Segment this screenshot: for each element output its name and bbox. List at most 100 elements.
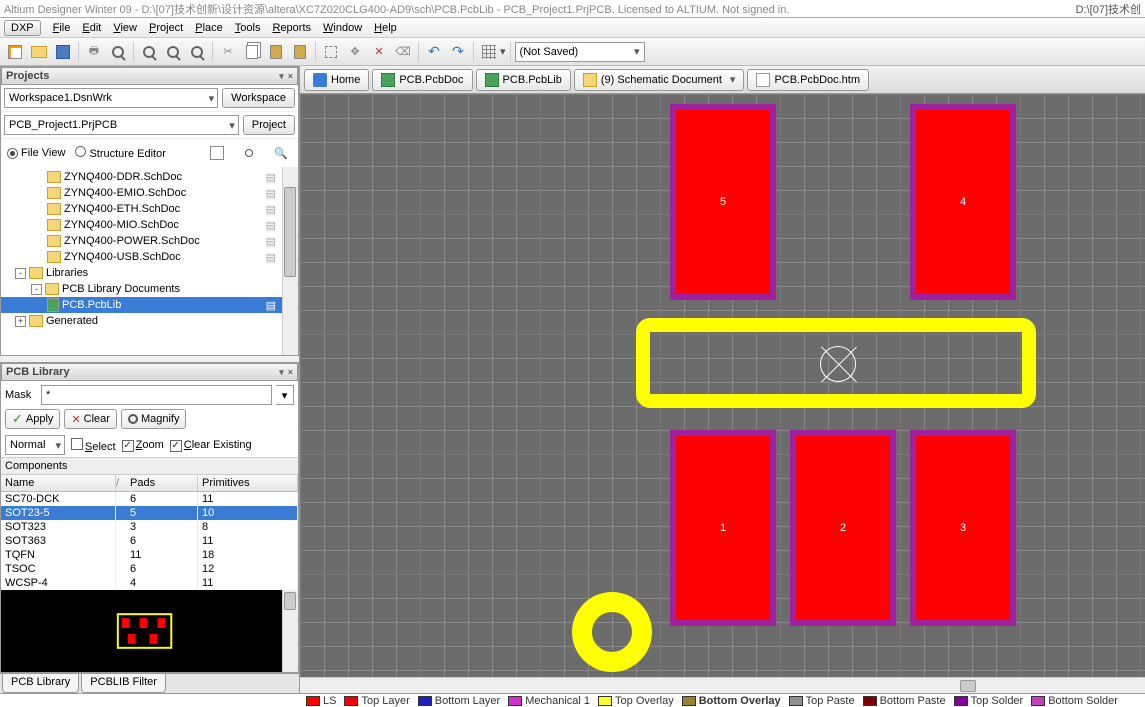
pad-5[interactable]: 5	[670, 104, 776, 300]
project-field[interactable]: PCB_Project1.PrjPCB	[4, 115, 239, 135]
tab-pcblib-filter[interactable]: PCBLIB Filter	[81, 674, 166, 693]
grid-button[interactable]	[478, 41, 500, 63]
col-name[interactable]: Name	[1, 475, 116, 491]
doc-tab[interactable]: PCB.PcbLib	[476, 69, 571, 91]
pcblib-panel-header[interactable]: PCB Library ▾×	[1, 363, 298, 381]
table-row[interactable]: SC70-DCK611	[1, 492, 298, 506]
clear-button[interactable]: ✕Clear	[64, 409, 117, 429]
tree-item[interactable]: ZYNQ400-POWER.SchDoc▤	[1, 233, 298, 249]
compile-button[interactable]	[206, 142, 228, 164]
apply-button[interactable]: ✓Apply	[5, 409, 60, 429]
components-label: Components	[1, 457, 298, 475]
tree-item[interactable]: ZYNQ400-EMIO.SchDoc▤	[1, 185, 298, 201]
pad-4[interactable]: 4	[910, 104, 1016, 300]
home-icon	[313, 73, 327, 87]
deselect-button[interactable]: ✕	[368, 41, 390, 63]
select-check[interactable]: Select	[71, 438, 116, 453]
menu-file[interactable]: File	[47, 20, 77, 36]
table-row[interactable]: SOT32338	[1, 520, 298, 534]
tree-item[interactable]: ZYNQ400-USB.SchDoc▤	[1, 249, 298, 265]
paste-icon	[270, 45, 282, 59]
tree-item[interactable]: ZYNQ400-DDR.SchDoc▤	[1, 169, 298, 185]
table-row[interactable]: WCSP-4411	[1, 576, 298, 590]
open-button[interactable]	[28, 41, 50, 63]
mask-dropdown[interactable]: ▾	[276, 385, 294, 405]
project-tree[interactable]: ZYNQ400-DDR.SchDoc▤ZYNQ400-EMIO.SchDoc▤Z…	[1, 167, 298, 355]
tab-pcb-library[interactable]: PCB Library	[2, 674, 79, 693]
menu-tools[interactable]: Tools	[229, 20, 267, 36]
tree-item[interactable]: ZYNQ400-MIO.SchDoc▤	[1, 217, 298, 233]
select-rect-button[interactable]	[320, 41, 342, 63]
refresh-button[interactable]: 🔍	[270, 142, 292, 164]
zoom-check[interactable]: Zoom	[122, 439, 164, 452]
table-row[interactable]: TQFN1118	[1, 548, 298, 562]
preview-button[interactable]	[107, 41, 129, 63]
fileview-radio[interactable]: File View	[7, 147, 65, 159]
save-icon	[56, 45, 70, 59]
zoom-sel-button[interactable]	[186, 41, 208, 63]
project-button[interactable]: Project	[243, 115, 295, 135]
normal-combo[interactable]: Normal	[5, 435, 65, 455]
pcb-canvas[interactable]: 5 4 1 2 3	[300, 94, 1145, 677]
paste-special-button[interactable]	[289, 41, 311, 63]
tree-item[interactable]: ZYNQ400-ETH.SchDoc▤	[1, 201, 298, 217]
doc-tab[interactable]: PCB.PcbDoc	[372, 69, 472, 91]
mask-input[interactable]	[41, 385, 272, 405]
menu-project[interactable]: Project	[143, 20, 189, 36]
pcblib-title: PCB Library	[6, 366, 70, 378]
preview-scrollbar[interactable]	[282, 590, 298, 672]
zoom-area-button[interactable]	[138, 41, 160, 63]
undo-button[interactable]: ↶	[423, 41, 445, 63]
doc-tab[interactable]: Home	[304, 69, 369, 91]
new-button[interactable]	[4, 41, 26, 63]
pad-2[interactable]: 2	[790, 430, 896, 626]
cut-button[interactable]: ✂	[217, 41, 239, 63]
document-tabs: HomePCB.PcbDocPCB.PcbLib(9) Schematic Do…	[300, 66, 1145, 94]
projects-panel-header[interactable]: Projects ▾×	[1, 67, 298, 85]
table-row[interactable]: TSOC612	[1, 562, 298, 576]
tree-item[interactable]: PCB.PcbLib▤	[1, 297, 298, 313]
pad-1[interactable]: 1	[670, 430, 776, 626]
zoom-fit-button[interactable]	[162, 41, 184, 63]
doc-tab[interactable]: PCB.PcbDoc.htm	[747, 69, 869, 91]
tree-item[interactable]: -Libraries	[1, 265, 298, 281]
title-text: Altium Designer Winter 09 - D:\[07]技术创新\…	[4, 1, 789, 17]
clear-button[interactable]: ⌫	[392, 41, 414, 63]
layer-bar[interactable]: LSTop LayerBottom LayerMechanical 1Top O…	[0, 693, 1145, 707]
menu-window[interactable]: Window	[317, 20, 368, 36]
menu-place[interactable]: Place	[189, 20, 229, 36]
copy-button[interactable]	[241, 41, 263, 63]
workspace-combo[interactable]: Workspace1.DsnWrk	[4, 88, 218, 108]
table-row[interactable]: SOT23-5510	[1, 506, 298, 520]
save-button[interactable]	[52, 41, 74, 63]
structure-radio[interactable]: Structure Editor	[75, 146, 165, 160]
redo-button[interactable]: ↷	[447, 41, 469, 63]
doc-tab[interactable]: (9) Schematic Document	[574, 69, 745, 91]
dxp-menu[interactable]: DXP	[4, 20, 41, 36]
tree-item[interactable]: +Generated	[1, 313, 298, 329]
print-button[interactable]: 🖶	[83, 41, 105, 63]
browse-button[interactable]	[238, 142, 260, 164]
sch-icon	[583, 73, 597, 87]
menu-edit[interactable]: Edit	[76, 20, 107, 36]
magnify-button[interactable]: Magnify	[121, 409, 187, 429]
workspace-button[interactable]: Workspace	[222, 88, 295, 108]
left-bottom-tabs: PCB Library PCBLIB Filter	[0, 673, 299, 693]
components-table[interactable]: Name / Pads Primitives SC70-DCK611SOT23-…	[1, 475, 298, 590]
tree-scrollbar[interactable]	[282, 167, 298, 355]
clear-existing-check[interactable]: Clear Existing	[170, 439, 252, 452]
title-right-path: D:\[07]技术创	[1076, 1, 1141, 17]
table-row[interactable]: SOT363611	[1, 534, 298, 548]
col-prim[interactable]: Primitives	[198, 475, 298, 491]
menu-reports[interactable]: Reports	[266, 20, 317, 36]
menu-view[interactable]: View	[107, 20, 143, 36]
paste-button[interactable]	[265, 41, 287, 63]
canvas-hscroll[interactable]	[300, 677, 1145, 693]
col-pads[interactable]: Pads	[126, 475, 198, 491]
grid-icon	[482, 45, 496, 59]
menu-help[interactable]: Help	[368, 20, 403, 36]
tree-item[interactable]: -PCB Library Documents	[1, 281, 298, 297]
move-button[interactable]: ✥	[344, 41, 366, 63]
pad-3[interactable]: 3	[910, 430, 1016, 626]
snap-combo[interactable]: (Not Saved)	[515, 42, 645, 62]
